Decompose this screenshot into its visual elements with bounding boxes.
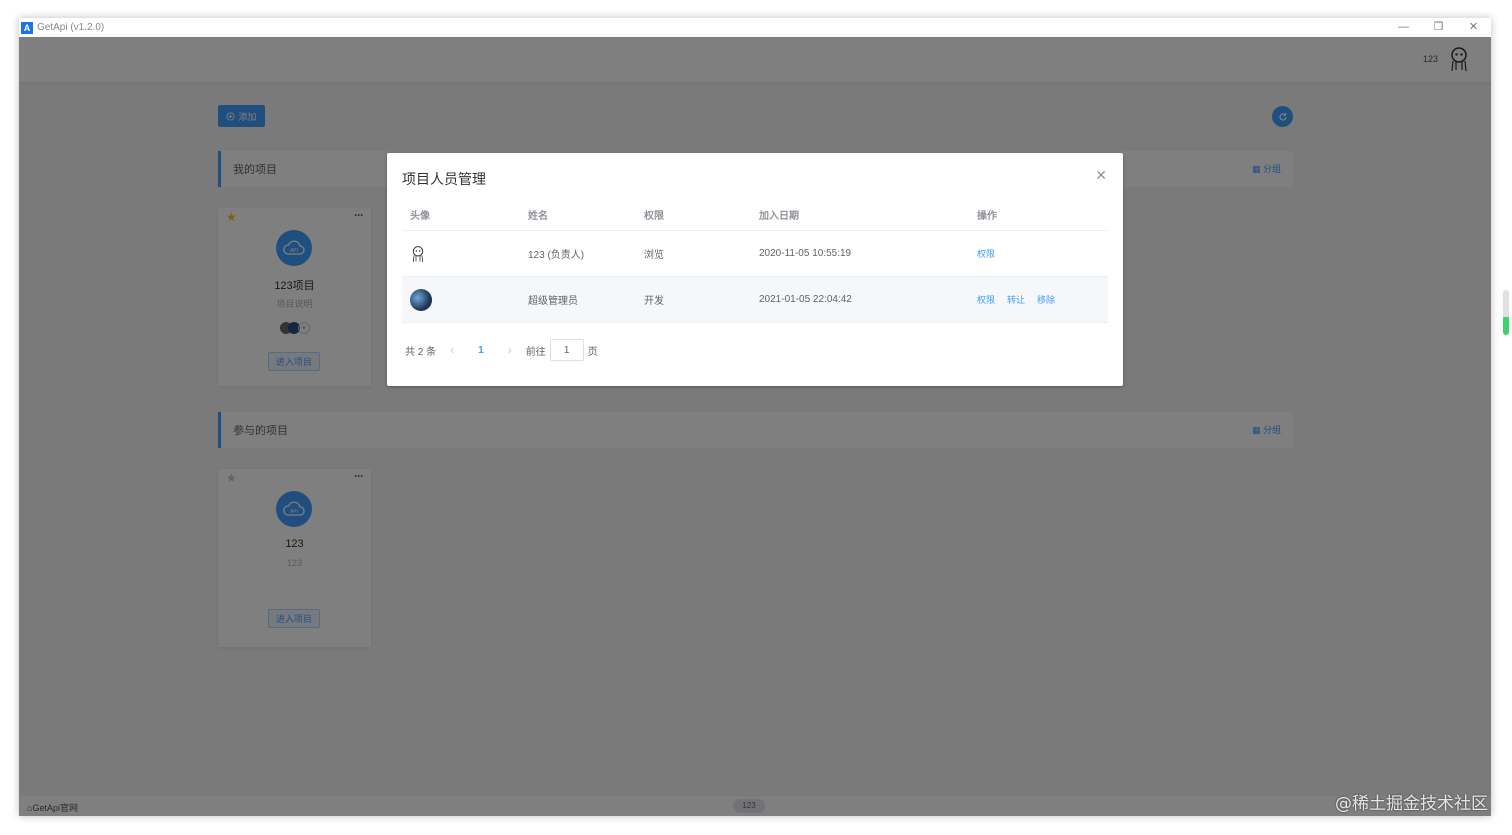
- minimize-icon[interactable]: —: [1386, 18, 1421, 37]
- column-header: 姓名: [528, 210, 548, 222]
- row-actions: 权限 转让 移除: [977, 277, 1067, 322]
- member-name: 123 (负责人): [528, 250, 585, 261]
- transfer-link[interactable]: 转让: [1007, 293, 1025, 306]
- page-number[interactable]: 1: [478, 345, 484, 356]
- page-suffix: 页: [587, 346, 598, 358]
- member-avatar: [410, 231, 426, 276]
- pagination: 共 2 条 ‹ 1 › 前往 页: [405, 339, 598, 361]
- row-actions: 权限: [977, 231, 1007, 276]
- watermark: @稀土掘金技术社区: [1335, 794, 1488, 814]
- restore-icon[interactable]: ❐: [1421, 18, 1456, 37]
- chevron-right-icon[interactable]: ›: [508, 343, 512, 357]
- side-scroll-indicator[interactable]: [1503, 290, 1509, 335]
- title-bar: A GetApi (v1.2.0) — ❐ ✕: [19, 18, 1491, 37]
- avatar-icon: [412, 245, 424, 262]
- member-joined-date: 2020-11-05 10:55:19: [759, 248, 852, 259]
- avatar-icon: [410, 288, 432, 311]
- chevron-left-icon[interactable]: ‹: [450, 343, 454, 357]
- member-permission: 开发: [644, 296, 664, 307]
- table-row: 123 (负责人) 浏览 2020-11-05 10:55:19 权限: [402, 231, 1108, 277]
- member-management-dialog: 项目人员管理 ✕ 头像 姓名 权限 加入日期 操作 123 (负责人) 浏览 2…: [387, 153, 1123, 386]
- column-header: 权限: [644, 210, 664, 222]
- table-header: 头像 姓名 权限 加入日期 操作: [402, 198, 1108, 231]
- column-header: 加入日期: [759, 210, 799, 222]
- goto-page-input[interactable]: [549, 339, 584, 361]
- dialog-title: 项目人员管理: [402, 171, 486, 187]
- total-count: 共 2 条: [405, 346, 437, 358]
- member-name: 超级管理员: [528, 296, 578, 307]
- column-header: 头像: [410, 210, 430, 222]
- goto-label: 前往: [525, 346, 546, 358]
- permission-link[interactable]: 权限: [977, 293, 995, 306]
- close-icon[interactable]: ✕: [1456, 18, 1491, 37]
- remove-link[interactable]: 移除: [1037, 293, 1055, 306]
- table-row: 超级管理员 开发 2021-01-05 22:04:42 权限 转让 移除: [402, 277, 1108, 323]
- member-permission: 浏览: [644, 250, 664, 261]
- app-logo-icon: A: [21, 21, 33, 34]
- window-controls: — ❐ ✕: [1386, 18, 1491, 37]
- window-title: GetApi (v1.2.0): [37, 22, 105, 33]
- member-joined-date: 2021-01-05 22:04:42: [759, 294, 852, 305]
- dialog-close-icon[interactable]: ✕: [1095, 167, 1107, 184]
- app-window: A GetApi (v1.2.0) — ❐ ✕ 123 添加 我的项目 ▦: [19, 18, 1491, 816]
- column-header: 操作: [977, 210, 997, 222]
- members-table: 头像 姓名 权限 加入日期 操作 123 (负责人) 浏览 2020-11-05…: [402, 198, 1108, 323]
- member-avatar: [410, 277, 432, 322]
- permission-link[interactable]: 权限: [977, 247, 995, 260]
